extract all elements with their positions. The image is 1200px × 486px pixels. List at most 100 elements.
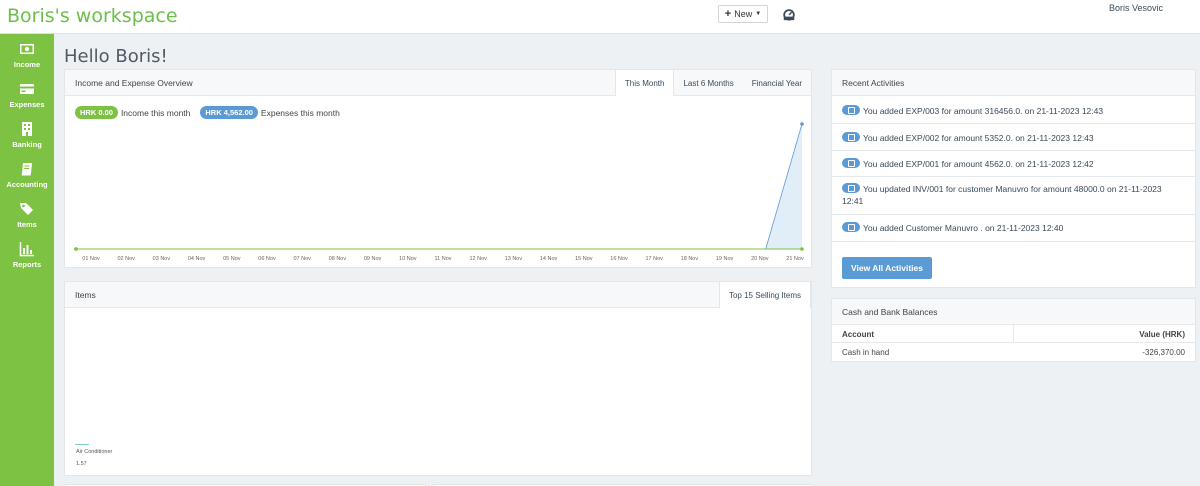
account-value: -326,370.00: [1142, 348, 1185, 357]
top-bar: Boris's workspace + New ▼ Boris Vesovic: [0, 0, 1200, 34]
activities-panel-title: Recent Activities: [842, 78, 905, 88]
tab-last-6-months[interactable]: Last 6 Months: [674, 70, 742, 96]
data-point: [800, 247, 804, 251]
overview-panel: Income and Expense Overview This Month L…: [64, 69, 812, 268]
dashboard-gauge-icon[interactable]: [782, 7, 796, 21]
edit-icon: [842, 105, 860, 115]
item-axis-label: Air Conditioner: [76, 449, 113, 455]
sidebar-item-label: Banking: [12, 140, 42, 149]
x-tick-label: 09 Nov: [364, 256, 382, 262]
expenses-area: [76, 124, 802, 249]
x-tick-label: 06 Nov: [258, 256, 276, 262]
edit-icon: [842, 132, 860, 142]
tab-this-month[interactable]: This Month: [614, 70, 675, 96]
items-panel-title: Items: [75, 290, 96, 300]
activity-item: You added EXP/001 for amount 4562.0. on …: [832, 151, 1195, 177]
column-value: Value (HRK): [1139, 330, 1185, 339]
new-button[interactable]: + New ▼: [718, 5, 768, 23]
sidebar-item-label: Items: [17, 220, 37, 229]
tags-icon: [20, 203, 33, 215]
expense-badge: HRK 4,562.00: [200, 106, 258, 119]
sidebar-item-expenses[interactable]: Expenses: [0, 76, 54, 116]
x-tick-label: 18 Nov: [681, 256, 699, 262]
data-point: [800, 122, 804, 126]
money-icon: [20, 44, 34, 54]
table-row: Cash in hand -326,370.00: [832, 343, 1195, 361]
column-account: Account: [842, 330, 874, 339]
sidebar-item-income[interactable]: Income: [0, 36, 54, 76]
x-tick-label: 04 Nov: [188, 256, 206, 262]
tab-top-selling-items[interactable]: Top 15 Selling Items: [718, 282, 811, 308]
x-tick-label: 13 Nov: [505, 256, 523, 262]
x-tick-label: 03 Nov: [153, 256, 171, 262]
overview-summary: HRK 0.00 Income this month HRK 4,562.00 …: [75, 106, 340, 119]
item-value-label: 1.57: [76, 461, 87, 467]
edit-icon: [842, 183, 860, 193]
item-bar: [75, 444, 89, 445]
plus-icon: +: [724, 7, 732, 20]
caret-down-icon: ▼: [755, 11, 762, 17]
sidebar: Income Expenses Banking Accounting Items…: [0, 34, 54, 486]
x-tick-label: 21 Nov: [786, 256, 804, 262]
items-tabs: Top 15 Selling Items: [718, 282, 811, 308]
sidebar-item-items[interactable]: Items: [0, 196, 54, 236]
x-tick-label: 10 Nov: [399, 256, 417, 262]
x-tick-label: 02 Nov: [117, 256, 135, 262]
income-badge: HRK 0.00: [75, 106, 118, 119]
items-panel: Items Top 15 Selling Items Air Condition…: [64, 281, 812, 476]
user-menu[interactable]: Boris Vesovic: [1109, 3, 1163, 13]
activity-text: You added EXP/003 for amount 316456.0. o…: [863, 106, 1104, 116]
x-tick-label: 11 Nov: [434, 256, 451, 262]
page-title: Hello Boris!: [64, 46, 168, 67]
x-tick-label: 19 Nov: [716, 256, 734, 262]
x-tick-label: 17 Nov: [645, 256, 663, 262]
activity-text: You added Customer Manuvro . on 21-11-20…: [863, 223, 1064, 233]
activity-item: You added Customer Manuvro . on 21-11-20…: [832, 215, 1195, 242]
recent-activities-panel: Recent Activities You added EXP/003 for …: [831, 69, 1196, 288]
activities-panel-header: Recent Activities: [832, 70, 1195, 96]
view-all-activities-button[interactable]: View All Activities: [842, 257, 932, 279]
book-icon: [21, 163, 32, 176]
balances-panel-header: Cash and Bank Balances: [832, 299, 1195, 325]
bar-chart-icon: [19, 242, 34, 257]
expense-label: Expenses this month: [260, 107, 340, 118]
items-panel-header: Items Top 15 Selling Items: [65, 282, 811, 308]
overview-panel-header: Income and Expense Overview This Month L…: [65, 70, 811, 96]
x-tick-label: 20 Nov: [751, 256, 769, 262]
sidebar-item-banking[interactable]: Banking: [0, 116, 54, 156]
expenses-series-line: [76, 123, 803, 250]
new-button-label: New: [734, 9, 753, 19]
account-name: Cash in hand: [842, 348, 890, 357]
sidebar-item-label: Reports: [12, 260, 42, 269]
sidebar-item-label: Expenses: [9, 100, 45, 109]
x-tick-label: 08 Nov: [329, 256, 347, 262]
activity-item: You added EXP/002 for amount 5352.0. on …: [832, 124, 1195, 151]
overview-tabs: This Month Last 6 Months Financial Year: [614, 70, 811, 96]
edit-icon: [842, 158, 860, 168]
building-icon: [22, 122, 32, 136]
sidebar-item-accounting[interactable]: Accounting: [0, 156, 54, 196]
x-tick-label: 16 Nov: [610, 256, 628, 262]
sidebar-item-label: Accounting: [6, 180, 48, 189]
x-tick-label: 05 Nov: [223, 256, 241, 262]
activity-item: You updated INV/001 for customer Manuvro…: [832, 177, 1195, 215]
credit-card-icon: [20, 84, 34, 94]
tab-financial-year[interactable]: Financial Year: [743, 70, 811, 96]
x-tick-label: 15 Nov: [575, 256, 593, 262]
x-tick-label: 12 Nov: [469, 256, 487, 262]
x-tick-label: 01 Nov: [82, 256, 100, 262]
sidebar-item-reports[interactable]: Reports: [0, 236, 54, 276]
activity-item: You added EXP/003 for amount 316456.0. o…: [832, 96, 1195, 124]
activity-text: You added EXP/001 for amount 4562.0. on …: [863, 159, 1094, 169]
income-expense-chart: 01 Nov 02 Nov 03 Nov 04 Nov 05 Nov 06 Nov 07 N…: [74, 122, 804, 262]
sidebar-item-label: Income: [13, 60, 41, 69]
balances-panel: Cash and Bank Balances Account Value (HR…: [831, 298, 1196, 362]
activity-text: You updated INV/001 for customer Manuvro…: [842, 184, 1162, 206]
workspace-title[interactable]: Boris's workspace: [7, 5, 178, 27]
data-point: [74, 247, 78, 251]
balances-panel-title: Cash and Bank Balances: [842, 307, 938, 317]
overview-panel-title: Income and Expense Overview: [75, 78, 193, 88]
x-tick-label: 14 Nov: [540, 256, 558, 262]
activity-text: You added EXP/002 for amount 5352.0. on …: [863, 133, 1094, 143]
income-label: Income this month: [120, 107, 191, 118]
